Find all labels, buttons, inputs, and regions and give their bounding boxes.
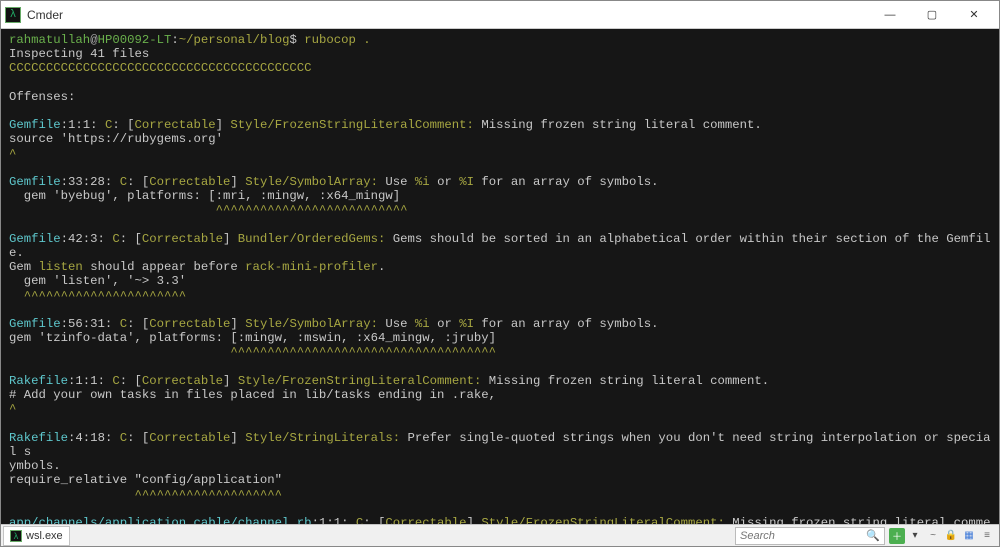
search-box[interactable]: 🔍 [735,527,885,545]
close-button[interactable]: ✕ [953,2,995,28]
search-input[interactable] [740,530,866,542]
app-window: λ Cmder — ▢ ✕ rahmatullah@HP00092-LT:~/p… [0,0,1000,547]
offense-file: Gemfile [9,317,61,331]
search-icon[interactable]: 🔍 [866,529,880,542]
console-tab[interactable]: λ wsl.exe [3,526,70,546]
prompt-dollar: $ [289,33,296,47]
offense-caret: ^ [9,147,16,161]
offense-correctable: Correctable [134,118,215,132]
window-title: Cmder [27,8,869,22]
titlebar[interactable]: λ Cmder — ▢ ✕ [1,1,999,29]
progress-line: CCCCCCCCCCCCCCCCCCCCCCCCCCCCCCCCCCCCCCCC… [9,61,312,75]
panes-icon[interactable]: ▦ [961,528,977,544]
menu-icon[interactable]: ≡ [979,528,995,544]
statusbar: λ wsl.exe 🔍 ＋ ▾ ~ 🔒 ▦ ≡ [1,524,999,546]
dropdown-icon[interactable]: ▾ [907,528,923,544]
offense-cop: Style/FrozenStringLiteralComment: [230,118,474,132]
offense-file: Rakefile [9,431,68,445]
tab-label: wsl.exe [26,530,63,542]
offense-file: app/channels/application_cable/channel.r… [9,516,312,524]
window-controls: — ▢ ✕ [869,2,995,28]
minimize-button[interactable]: — [869,2,911,28]
status-icons: ＋ ▾ ~ 🔒 ▦ ≡ [889,528,995,544]
offense-msg: Missing frozen string literal comment. [474,118,762,132]
inspecting-line: Inspecting 41 files [9,47,149,61]
offense-file: Gemfile [9,232,61,246]
new-tab-button[interactable]: ＋ [889,528,905,544]
prompt-at: @ [90,33,97,47]
prompt-path: ~/personal/blog [179,33,290,47]
prompt-colon: : [171,33,178,47]
maximize-button[interactable]: ▢ [911,2,953,28]
lambda-icon: λ [10,530,22,542]
app-icon: λ [5,7,21,23]
prompt-host: HP00092-LT [98,33,172,47]
offense-file: Gemfile [9,175,61,189]
terminal-output[interactable]: rahmatullah@HP00092-LT:~/personal/blog$ … [1,29,999,524]
tilde-icon[interactable]: ~ [925,528,941,544]
prompt-command: rubocop . [304,33,370,47]
offense-file: Gemfile [9,118,61,132]
offenses-header: Offenses: [9,90,75,104]
offense-file: Rakefile [9,374,68,388]
lock-icon[interactable]: 🔒 [943,528,959,544]
prompt-user: rahmatullah [9,33,90,47]
offense-src: source 'https://rubygems.org' [9,132,223,146]
offense-loc: :1:1: [61,118,105,132]
